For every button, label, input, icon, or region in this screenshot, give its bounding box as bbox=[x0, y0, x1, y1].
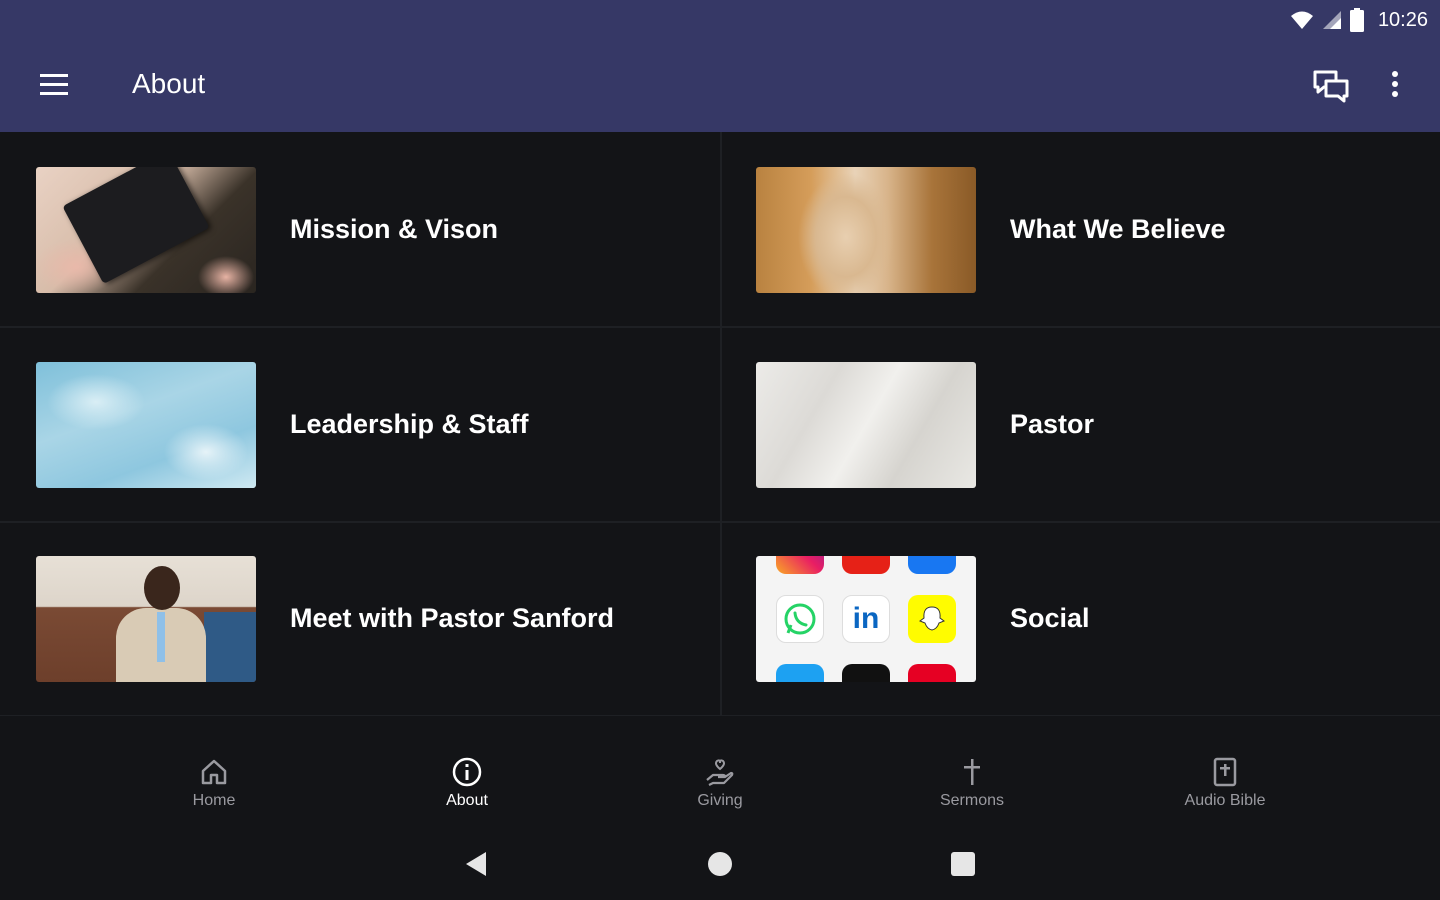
pinterest-icon bbox=[908, 664, 956, 682]
system-back-button[interactable] bbox=[460, 848, 492, 880]
nav-label: About bbox=[446, 792, 488, 809]
giving-hand-icon bbox=[706, 759, 734, 786]
page-title: About bbox=[132, 68, 206, 99]
signal-icon bbox=[1322, 11, 1341, 29]
about-grid: Mission & Vison What We Believe Leadersh… bbox=[0, 132, 1440, 717]
leadership-thumbnail bbox=[36, 362, 256, 488]
more-options-button[interactable] bbox=[1380, 66, 1410, 106]
home-circle-icon bbox=[708, 852, 732, 876]
tile-label: Pastor bbox=[1010, 409, 1095, 439]
tile-label: Meet with Pastor Sanford bbox=[290, 603, 615, 633]
wifi-icon bbox=[1290, 11, 1313, 29]
tile-what-we-believe[interactable]: What We Believe bbox=[720, 132, 1440, 326]
mission-thumbnail bbox=[36, 167, 256, 293]
battery-icon bbox=[1349, 8, 1364, 32]
status-time: 10:26 bbox=[1377, 8, 1428, 31]
nav-audio-bible[interactable]: Audio Bible bbox=[1155, 756, 1295, 826]
home-icon bbox=[201, 759, 227, 785]
more-vert-icon bbox=[1392, 71, 1398, 97]
linkedin-icon: in bbox=[842, 595, 890, 643]
nav-label: Home bbox=[192, 792, 236, 809]
tile-meet-pastor[interactable]: Meet with Pastor Sanford bbox=[0, 521, 720, 715]
chair-image bbox=[204, 612, 256, 682]
chat-button[interactable] bbox=[1310, 66, 1352, 106]
nav-sermons[interactable]: Sermons bbox=[902, 756, 1042, 826]
bible-icon bbox=[1213, 757, 1237, 787]
menu-icon bbox=[40, 74, 68, 95]
status-bar: 10:26 bbox=[0, 0, 1440, 40]
tile-label: Leadership & Staff bbox=[290, 409, 529, 439]
tile-mission-vision[interactable]: Mission & Vison bbox=[0, 132, 720, 326]
info-icon bbox=[452, 757, 482, 787]
whatsapp-icon bbox=[776, 595, 824, 643]
nav-label: Audio Bible bbox=[1184, 792, 1266, 809]
tiktok-icon bbox=[842, 664, 890, 682]
bible-image bbox=[62, 167, 210, 285]
believe-thumbnail bbox=[756, 167, 976, 293]
nav-label: Sermons bbox=[939, 792, 1005, 809]
pastor-photo bbox=[116, 566, 206, 682]
twitter-icon bbox=[776, 664, 824, 682]
social-thumbnail: in bbox=[756, 556, 976, 682]
nav-home[interactable]: Home bbox=[144, 756, 284, 826]
system-recents-button[interactable] bbox=[947, 848, 979, 880]
cross-icon bbox=[964, 759, 980, 785]
pastor-thumbnail bbox=[756, 362, 976, 488]
system-home-button[interactable] bbox=[704, 848, 736, 880]
facebook-icon bbox=[908, 556, 956, 574]
tile-label: What We Believe bbox=[1010, 214, 1226, 244]
tile-label: Mission & Vison bbox=[290, 214, 499, 244]
tile-social[interactable]: in Social bbox=[720, 521, 1440, 715]
instagram-icon bbox=[776, 556, 824, 574]
nav-label: Giving bbox=[697, 792, 743, 809]
back-icon bbox=[466, 852, 486, 876]
recents-icon bbox=[951, 852, 975, 876]
bottom-nav: Home About Giving Sermons Audio Bible bbox=[0, 716, 1440, 826]
tile-leadership-staff[interactable]: Leadership & Staff bbox=[0, 327, 720, 521]
menu-button[interactable] bbox=[34, 68, 74, 104]
nav-giving[interactable]: Giving bbox=[650, 756, 790, 826]
tile-label: Social bbox=[1010, 603, 1090, 633]
app-bar: About bbox=[0, 40, 1440, 132]
tile-pastor[interactable]: Pastor bbox=[720, 327, 1440, 521]
chat-icon bbox=[1313, 70, 1349, 103]
meet-pastor-thumbnail bbox=[36, 556, 256, 682]
youtube-icon bbox=[842, 556, 890, 574]
nav-about[interactable]: About bbox=[397, 756, 537, 826]
system-nav-bar bbox=[0, 826, 1440, 900]
snapchat-icon bbox=[908, 595, 956, 643]
